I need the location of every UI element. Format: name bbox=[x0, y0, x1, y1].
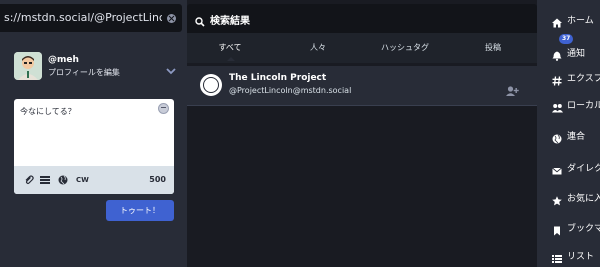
compose-textarea[interactable]: 今なにしてる？ CW 500 bbox=[14, 99, 174, 194]
nav-item-direct[interactable]: ダイレク bbox=[537, 153, 600, 181]
search-icon bbox=[195, 12, 205, 31]
users-icon bbox=[552, 98, 563, 113]
nav-label-explore: エクスプ bbox=[567, 74, 600, 84]
nav-item-lists[interactable]: リスト bbox=[537, 241, 600, 267]
poll-icon[interactable] bbox=[40, 175, 50, 185]
nav-item-local[interactable]: ローカル bbox=[537, 90, 600, 118]
nav-label-home: ホーム bbox=[567, 16, 594, 26]
nav-item-home[interactable]: ホーム bbox=[537, 5, 600, 33]
results-header: 検索結果 bbox=[187, 4, 537, 33]
avatar[interactable] bbox=[14, 52, 42, 80]
globe-icon bbox=[552, 129, 562, 144]
account-username[interactable]: @meh bbox=[48, 55, 79, 65]
nav-label-favourites: お気に入 bbox=[567, 194, 600, 204]
content-warning-toggle[interactable]: CW bbox=[76, 176, 89, 184]
home-icon bbox=[552, 13, 562, 28]
compose-column: s://mstdn.social/@ProjectLincoln @meh プロ… bbox=[0, 0, 187, 267]
compose-toolbar: CW 500 bbox=[14, 166, 174, 194]
tab-posts[interactable]: 投稿 bbox=[453, 33, 533, 63]
nav-label-lists: リスト bbox=[567, 252, 595, 262]
hashtag-icon bbox=[552, 71, 562, 86]
envelope-icon bbox=[552, 161, 562, 175]
toot-button[interactable]: トゥート！ bbox=[106, 200, 174, 221]
results-title: 検索結果 bbox=[210, 16, 250, 27]
nav-item-notifications[interactable]: 37 通知 bbox=[537, 34, 600, 66]
tab-hashtags[interactable]: ハッシュタグ bbox=[365, 33, 445, 63]
list-item[interactable]: The Lincoln Project @ProjectLincoln@mstd… bbox=[187, 66, 537, 106]
search-tabs: すべて 人々 ハッシュタグ 投稿 bbox=[187, 33, 537, 63]
star-icon bbox=[552, 191, 562, 206]
list-icon bbox=[552, 249, 562, 263]
nav-label-direct: ダイレク bbox=[567, 164, 600, 174]
user-plus-icon[interactable] bbox=[506, 81, 519, 100]
nav-label-federated: 連合 bbox=[567, 132, 586, 142]
nav-item-federated[interactable]: 連合 bbox=[537, 121, 600, 149]
tab-people[interactable]: 人々 bbox=[278, 33, 358, 63]
nav-item-favourites[interactable]: お気に入 bbox=[537, 183, 600, 211]
clear-icon[interactable] bbox=[167, 14, 176, 23]
nav-item-explore[interactable]: エクスプ bbox=[537, 63, 600, 91]
navigation-column: ホーム 37 通知 エクスプ ローカル 連合 ダイレク お気に入 ブックマ リス… bbox=[537, 0, 600, 267]
nav-item-bookmarks[interactable]: ブックマ bbox=[537, 213, 600, 241]
avatar[interactable] bbox=[200, 74, 222, 96]
nav-label-notifications: 通知 bbox=[567, 49, 586, 59]
chevron-down-icon[interactable] bbox=[166, 60, 176, 75]
notification-count-badge: 37 bbox=[559, 34, 574, 44]
account-display-name[interactable]: The Lincoln Project bbox=[229, 73, 326, 83]
nav-label-bookmarks: ブックマ bbox=[567, 224, 600, 234]
compose-placeholder: 今なにしてる？ bbox=[20, 107, 76, 116]
mastodon-app: s://mstdn.social/@ProjectLincoln @meh プロ… bbox=[0, 0, 600, 267]
search-results-column: 検索結果 すべて 人々 ハッシュタグ 投稿 The Lincoln Projec… bbox=[187, 0, 537, 267]
active-tab-indicator bbox=[227, 57, 235, 61]
character-counter: 500 bbox=[149, 175, 166, 184]
nav-label-local: ローカル bbox=[567, 101, 600, 111]
bookmark-icon bbox=[552, 221, 562, 236]
account-handle: @ProjectLincoln@mstdn.social bbox=[229, 86, 352, 95]
edit-profile-link[interactable]: プロフィールを編集 bbox=[48, 67, 120, 78]
account-header: @meh プロフィールを編集 bbox=[14, 52, 179, 82]
bell-icon bbox=[552, 46, 562, 61]
emoji-icon[interactable] bbox=[158, 103, 169, 114]
search-input-value[interactable]: s://mstdn.social/@ProjectLincoln bbox=[4, 11, 162, 24]
search-input[interactable]: s://mstdn.social/@ProjectLincoln bbox=[0, 4, 182, 32]
paperclip-icon[interactable] bbox=[24, 175, 34, 185]
globe-icon[interactable] bbox=[58, 175, 68, 185]
